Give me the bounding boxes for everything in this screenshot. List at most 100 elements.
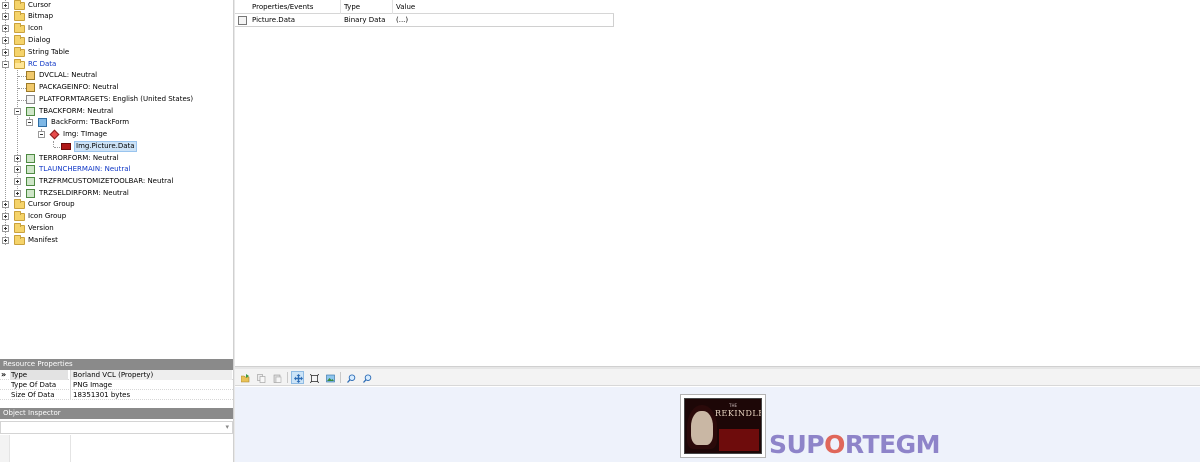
- property-value: Borland VCL (Property): [70, 370, 232, 380]
- tree-item-icon[interactable]: Icon: [0, 23, 44, 34]
- column-header-type[interactable]: Type: [341, 0, 393, 14]
- expand-icon[interactable]: [2, 37, 9, 44]
- grid-column-divider: [70, 435, 71, 462]
- package-icon: [26, 83, 35, 92]
- table-row[interactable]: Picture.Data Binary Data (...): [235, 15, 614, 26]
- expand-icon[interactable]: [2, 49, 9, 56]
- fit-icon[interactable]: [291, 371, 304, 384]
- tree-item-backform[interactable]: BackForm: TBackForm: [0, 117, 130, 128]
- tree-item-label: Dialog: [28, 36, 51, 44]
- image-icon[interactable]: [323, 371, 336, 384]
- tree-item-bitmap[interactable]: Bitmap: [0, 11, 54, 22]
- resource-icon: [26, 71, 35, 80]
- tree-item-label: Icon Group: [28, 212, 67, 220]
- collapse-icon[interactable]: [26, 119, 33, 126]
- preview-image: THE REKINDLE: [684, 398, 762, 454]
- form-icon: [26, 177, 35, 186]
- actual-size-icon[interactable]: [307, 371, 320, 384]
- expand-icon[interactable]: [14, 166, 21, 173]
- resource-tree[interactable]: Cursor Bitmap Icon Dialog String Table R…: [0, 0, 233, 358]
- tree-item-packageinfo[interactable]: PACKAGEINFO: Neutral: [0, 82, 119, 93]
- tree-item-string-table[interactable]: String Table: [0, 47, 70, 58]
- image-preview-area: THE REKINDLE: [235, 387, 1200, 462]
- component-icon: [49, 129, 60, 140]
- expand-icon[interactable]: [2, 2, 9, 9]
- tree-item-img-picture-data[interactable]: Img.Picture.Data: [0, 141, 137, 152]
- property-value: PNG Image: [70, 380, 112, 390]
- collapse-icon[interactable]: [14, 108, 21, 115]
- tree-item-label: TRZFRMCUSTOMIZETOOLBAR: Neutral: [39, 177, 174, 185]
- folder-icon: [14, 199, 25, 209]
- watermark-logo: SUPORTEGM: [769, 430, 941, 459]
- column-header-value[interactable]: Value: [393, 0, 614, 14]
- form-icon: [26, 189, 35, 198]
- tree-item-cursor-group[interactable]: Cursor Group: [0, 199, 76, 210]
- tree-item-rc-data[interactable]: RC Data: [0, 59, 57, 70]
- folder-icon: [14, 23, 25, 33]
- folder-icon: [14, 47, 25, 57]
- property-type: Binary Data: [344, 16, 386, 24]
- preview-image-title: REKINDLE: [715, 409, 762, 418]
- png-icon: [61, 143, 71, 150]
- row-marker-icon: »: [1, 370, 7, 379]
- open-icon[interactable]: [238, 371, 251, 384]
- expand-icon[interactable]: [2, 237, 9, 244]
- resource-properties-header: Resource Properties: [0, 359, 233, 370]
- form-icon: [26, 107, 35, 116]
- tree-item-version[interactable]: Version: [0, 223, 55, 234]
- tree-item-tlaunchermain[interactable]: TLAUNCHERMAIN: Neutral: [0, 164, 131, 175]
- column-header-properties[interactable]: Properties/Events: [249, 0, 341, 14]
- collapse-icon[interactable]: [2, 61, 9, 68]
- tree-item-tbackform[interactable]: TBACKFORM: Neutral: [0, 106, 114, 117]
- tree-item-label: Version: [28, 224, 54, 232]
- property-row[interactable]: Size Of Data 18351301 bytes: [0, 390, 233, 400]
- property-row[interactable]: » Type Borland VCL (Property): [0, 370, 233, 380]
- tree-item-label: TERRORFORM: Neutral: [39, 154, 119, 162]
- object-inspector-grid[interactable]: [0, 435, 233, 462]
- tree-item-manifest[interactable]: Manifest: [0, 235, 59, 246]
- grid-gutter: [0, 435, 10, 462]
- collapse-icon[interactable]: [38, 131, 45, 138]
- tree-item-cursor[interactable]: Cursor: [0, 0, 52, 11]
- form-component-icon: [38, 118, 47, 127]
- tree-item-label: String Table: [28, 48, 70, 56]
- folder-icon: [14, 11, 25, 21]
- folder-icon: [14, 0, 25, 10]
- tree-item-label: Cursor: [28, 1, 52, 9]
- tree-item-terrorform[interactable]: TERRORFORM: Neutral: [0, 153, 120, 164]
- tree-item-icon-group[interactable]: Icon Group: [0, 211, 67, 222]
- tree-item-img[interactable]: Img: TImage: [0, 129, 108, 140]
- folder-icon: [14, 211, 25, 221]
- expand-icon[interactable]: [2, 13, 9, 20]
- expand-icon[interactable]: [2, 225, 9, 232]
- zoom-out-icon[interactable]: [360, 371, 373, 384]
- expand-icon[interactable]: [14, 190, 21, 197]
- object-inspector-select[interactable]: ▾: [0, 421, 233, 434]
- document-icon: [26, 95, 35, 104]
- property-icon: [238, 16, 247, 25]
- tree-item-platformtargets[interactable]: PLATFORMTARGETS: English (United States): [0, 94, 194, 105]
- image-thumbnail[interactable]: THE REKINDLE: [680, 394, 766, 458]
- zoom-in-icon[interactable]: [344, 371, 357, 384]
- expand-icon[interactable]: [2, 213, 9, 220]
- properties-events-table: Properties/Events Type Value Picture.Dat…: [235, 0, 614, 27]
- tree-item-trzseldirform[interactable]: TRZSELDIRFORM: Neutral: [0, 188, 130, 199]
- tree-item-trzfrmcustomizetoolbar[interactable]: TRZFRMCUSTOMIZETOOLBAR: Neutral: [0, 176, 174, 187]
- copy-icon[interactable]: [254, 371, 267, 384]
- paste-icon[interactable]: [270, 371, 283, 384]
- property-name: Picture.Data: [252, 16, 296, 24]
- property-row[interactable]: Type Of Data PNG Image: [0, 380, 233, 390]
- tree-item-label: TBACKFORM: Neutral: [39, 107, 114, 115]
- expand-icon[interactable]: [2, 201, 9, 208]
- folder-icon: [14, 235, 25, 245]
- chevron-down-icon[interactable]: ▾: [225, 423, 229, 431]
- property-value[interactable]: (...): [393, 15, 408, 26]
- expand-icon[interactable]: [14, 155, 21, 162]
- expand-icon[interactable]: [14, 178, 21, 185]
- form-icon: [26, 165, 35, 174]
- expand-icon[interactable]: [2, 25, 9, 32]
- left-pane: Cursor Bitmap Icon Dialog String Table R…: [0, 0, 233, 462]
- tree-item-dvclal[interactable]: DVCLAL: Neutral: [0, 70, 98, 81]
- tree-item-dialog[interactable]: Dialog: [0, 35, 51, 46]
- tree-item-label: RC Data: [28, 60, 57, 68]
